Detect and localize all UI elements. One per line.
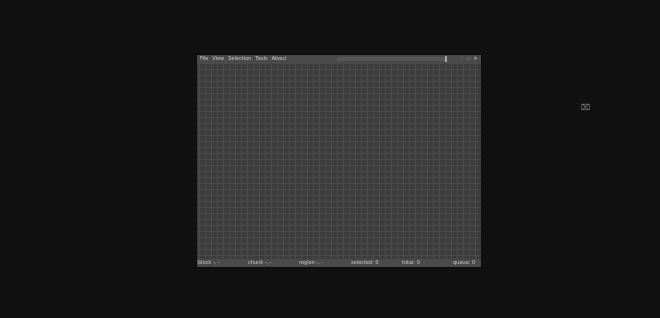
grip-icon[interactable]: ⋮ [459,56,464,62]
menu-tools[interactable]: Tools [253,55,269,63]
zoom-slider[interactable] [337,56,447,62]
app-window: File View Selection Tools About ⋮ ▭ ✱ bl… [197,55,481,267]
status-queue: queue: 0 [453,260,476,266]
status-selected: selected: 0 [351,260,379,266]
close-icon[interactable]: ⌧ [581,104,590,112]
menu-file[interactable]: File [197,55,210,63]
status-bar: block -, - chunk -, - region -, - select… [197,259,481,267]
menu-selection[interactable]: Selection [226,55,253,63]
status-chunk: chunk -, - [248,260,272,266]
status-total: total: 0 [402,260,420,266]
menu-about[interactable]: About [270,55,289,63]
layers-icon[interactable]: ▭ [466,56,471,62]
zoom-slider-handle[interactable] [445,56,447,62]
settings-icon[interactable]: ✱ [473,56,478,62]
status-region: region -, - [299,260,324,266]
map-canvas[interactable] [197,63,481,259]
status-block: block -, - [198,260,220,266]
menu-view[interactable]: View [210,55,226,63]
menu-bar: File View Selection Tools About ⋮ ▭ ✱ [197,55,481,63]
toolbar-icons: ⋮ ▭ ✱ [459,55,478,63]
